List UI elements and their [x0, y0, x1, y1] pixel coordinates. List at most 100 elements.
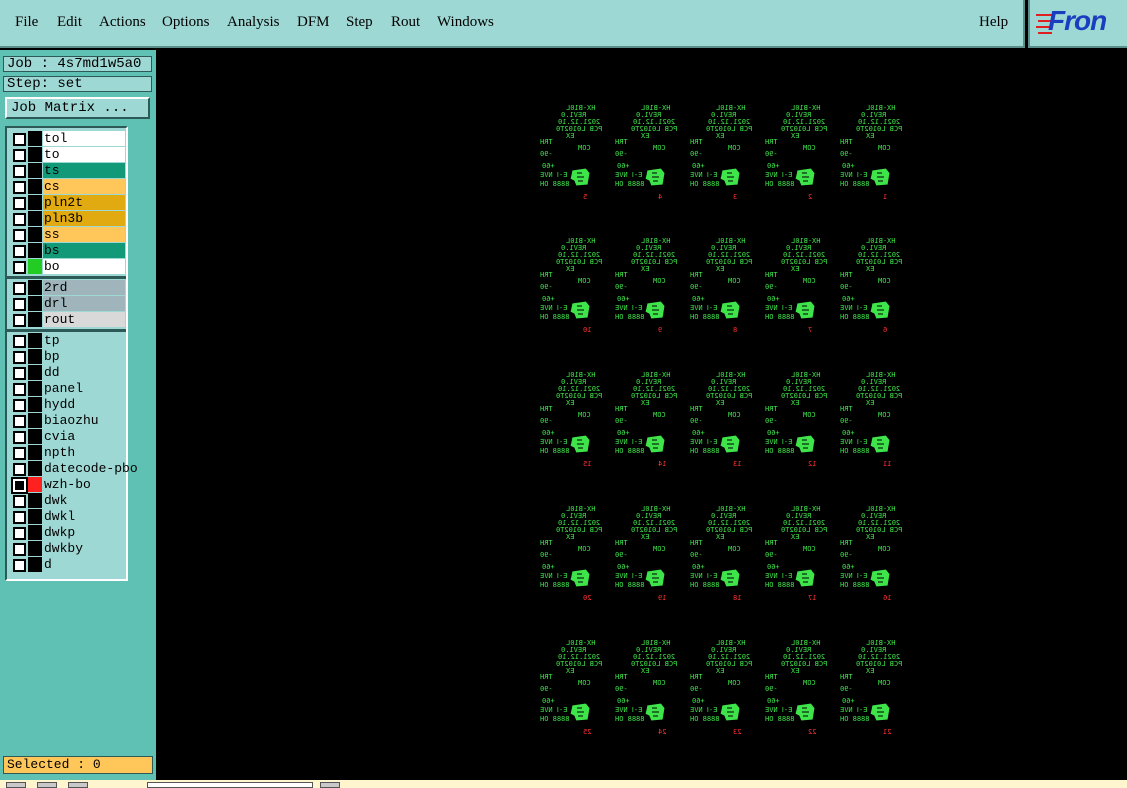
layer-checkbox[interactable] — [13, 149, 26, 162]
layer-color-swatch[interactable] — [28, 557, 42, 572]
menu-step[interactable]: Step — [346, 14, 373, 31]
layer-row-cs[interactable]: cs — [9, 179, 127, 195]
pcb-board[interactable]: HX-B10L REV1.0 2021.12.10 PCB L0102T0 EX TRH C… — [611, 639, 677, 740]
layer-row-tp[interactable]: tp — [9, 333, 127, 349]
layer-checkbox[interactable] — [13, 527, 26, 540]
layer-checkbox[interactable] — [13, 245, 26, 258]
layer-row-panel[interactable]: panel — [9, 381, 127, 397]
menu-edit[interactable]: Edit — [57, 14, 82, 31]
layer-color-swatch[interactable] — [28, 381, 42, 396]
layer-row-ts[interactable]: ts — [9, 163, 127, 179]
layer-row-bo[interactable]: bo — [9, 259, 127, 275]
bottom-button-4[interactable] — [320, 782, 340, 788]
layer-color-swatch[interactable] — [28, 147, 42, 162]
pcb-board[interactable]: HX-B10L REV1.0 2021.12.10 PCB L0102T0 EX TRH C… — [836, 237, 902, 338]
layer-color-swatch[interactable] — [28, 477, 42, 492]
pcb-board[interactable]: HX-B10L REV1.0 2021.12.10 PCB L0102T0 EX TRH C… — [761, 639, 827, 740]
pcb-board[interactable]: HX-B10L REV1.0 2021.12.10 PCB L0102T0 EX TRH C… — [611, 104, 677, 205]
layer-checkbox[interactable] — [13, 431, 26, 444]
menu-dfm[interactable]: DFM — [297, 14, 330, 31]
layer-color-swatch[interactable] — [28, 541, 42, 556]
bottom-button-3[interactable] — [68, 782, 88, 788]
pcb-board[interactable]: HX-B10L REV1.0 2021.12.10 PCB L0102T0 EX TRH C… — [686, 237, 752, 338]
layer-checkbox[interactable] — [13, 543, 26, 556]
layer-row-bp[interactable]: bp — [9, 349, 127, 365]
layer-checkbox[interactable] — [13, 133, 26, 146]
menu-file[interactable]: File — [15, 14, 38, 31]
pcb-board[interactable]: HX-B10L REV1.0 2021.12.10 PCB L0102T0 EX TRH C… — [761, 104, 827, 205]
layer-row-biaozhu[interactable]: biaozhu — [9, 413, 127, 429]
layer-row-dwk[interactable]: dwk — [9, 493, 127, 509]
layer-row-npth[interactable]: npth — [9, 445, 127, 461]
pcb-board[interactable]: HX-B10L REV1.0 2021.12.10 PCB L0102T0 EX TRH C… — [836, 639, 902, 740]
layer-color-swatch[interactable] — [28, 429, 42, 444]
layer-color-swatch[interactable] — [28, 243, 42, 258]
layer-row-wzh-bo[interactable]: wzh-bo — [9, 477, 127, 494]
pcb-board[interactable]: HX-B10L REV1.0 2021.12.10 PCB L0102T0 EX TRH C… — [836, 505, 902, 606]
layer-color-swatch[interactable] — [28, 525, 42, 540]
pcb-board[interactable]: HX-B10L REV1.0 2021.12.10 PCB L0102T0 EX TRH C… — [536, 639, 602, 740]
layer-checkbox[interactable] — [13, 165, 26, 178]
layer-row-datecode-pbo[interactable]: datecode-pbo — [9, 461, 138, 477]
pcb-board[interactable]: HX-B10L REV1.0 2021.12.10 PCB L0102T0 EX TRH C… — [686, 505, 752, 606]
layer-row-2rd[interactable]: 2rd — [9, 280, 127, 296]
bottom-button-1[interactable] — [6, 782, 26, 788]
pcb-board[interactable]: HX-B10L REV1.0 2021.12.10 PCB L0102T0 EX TRH C… — [686, 104, 752, 205]
layer-checkbox[interactable] — [13, 181, 26, 194]
layer-row-rout[interactable]: rout — [9, 312, 127, 328]
layer-color-swatch[interactable] — [28, 349, 42, 364]
menu-options[interactable]: Options — [162, 14, 210, 31]
layer-row-pln3b[interactable]: pln3b — [9, 211, 127, 227]
pcb-board[interactable]: HX-B10L REV1.0 2021.12.10 PCB L0102T0 EX TRH C… — [536, 371, 602, 472]
layer-color-swatch[interactable] — [28, 461, 42, 476]
layer-row-dwkp[interactable]: dwkp — [9, 525, 127, 541]
layer-checkbox[interactable] — [13, 314, 26, 327]
layer-checkbox[interactable] — [13, 298, 26, 311]
layer-row-to[interactable]: to — [9, 147, 127, 163]
layer-checkbox[interactable] — [11, 477, 28, 494]
layer-color-swatch[interactable] — [28, 413, 42, 428]
menu-windows[interactable]: Windows — [437, 14, 494, 31]
layer-row-drl[interactable]: drl — [9, 296, 127, 312]
layer-row-dd[interactable]: dd — [9, 365, 127, 381]
layer-color-swatch[interactable] — [28, 211, 42, 226]
pcb-board[interactable]: HX-B10L REV1.0 2021.12.10 PCB L0102T0 EX TRH C… — [836, 371, 902, 472]
menu-rout[interactable]: Rout — [391, 14, 420, 31]
pcb-board[interactable]: HX-B10L REV1.0 2021.12.10 PCB L0102T0 EX TRH C… — [536, 505, 602, 606]
layer-row-hydd[interactable]: hydd — [9, 397, 127, 413]
job-matrix-button[interactable]: Job Matrix ... — [5, 97, 150, 119]
pcb-board[interactable]: HX-B10L REV1.0 2021.12.10 PCB L0102T0 EX TRH C… — [761, 505, 827, 606]
layer-color-swatch[interactable] — [28, 445, 42, 460]
layer-color-swatch[interactable] — [28, 227, 42, 242]
layer-row-bs[interactable]: bs — [9, 243, 127, 259]
layer-checkbox[interactable] — [13, 229, 26, 242]
layer-color-swatch[interactable] — [28, 493, 42, 508]
pcb-board[interactable]: HX-B10L REV1.0 2021.12.10 PCB L0102T0 EX TRH C… — [536, 104, 602, 205]
layer-checkbox[interactable] — [13, 213, 26, 226]
layer-color-swatch[interactable] — [28, 296, 42, 311]
layer-color-swatch[interactable] — [28, 397, 42, 412]
pcb-board[interactable]: HX-B10L REV1.0 2021.12.10 PCB L0102T0 EX TRH C… — [761, 371, 827, 472]
layer-checkbox[interactable] — [13, 511, 26, 524]
pcb-board[interactable]: HX-B10L REV1.0 2021.12.10 PCB L0102T0 EX TRH C… — [836, 104, 902, 205]
pcb-board[interactable]: HX-B10L REV1.0 2021.12.10 PCB L0102T0 EX TRH C… — [686, 639, 752, 740]
pcb-board[interactable]: HX-B10L REV1.0 2021.12.10 PCB L0102T0 EX TRH C… — [611, 237, 677, 338]
layer-color-swatch[interactable] — [28, 163, 42, 178]
layer-checkbox[interactable] — [13, 282, 26, 295]
command-input[interactable] — [147, 782, 313, 788]
menu-actions[interactable]: Actions — [99, 14, 146, 31]
pcb-board[interactable]: HX-B10L REV1.0 2021.12.10 PCB L0102T0 EX TRH C… — [611, 371, 677, 472]
layer-checkbox[interactable] — [13, 447, 26, 460]
layer-checkbox[interactable] — [13, 261, 26, 274]
layer-checkbox[interactable] — [13, 335, 26, 348]
layer-row-dwkl[interactable]: dwkl — [9, 509, 127, 525]
layer-color-swatch[interactable] — [28, 179, 42, 194]
layer-row-pln2t[interactable]: pln2t — [9, 195, 127, 211]
pcb-board[interactable]: HX-B10L REV1.0 2021.12.10 PCB L0102T0 EX TRH C… — [611, 505, 677, 606]
layer-row-dwkby[interactable]: dwkby — [9, 541, 127, 557]
layer-checkbox[interactable] — [13, 495, 26, 508]
layer-row-ss[interactable]: ss — [9, 227, 127, 243]
menu-help[interactable]: Help — [979, 14, 1008, 31]
layer-checkbox[interactable] — [13, 463, 26, 476]
layer-checkbox[interactable] — [13, 351, 26, 364]
